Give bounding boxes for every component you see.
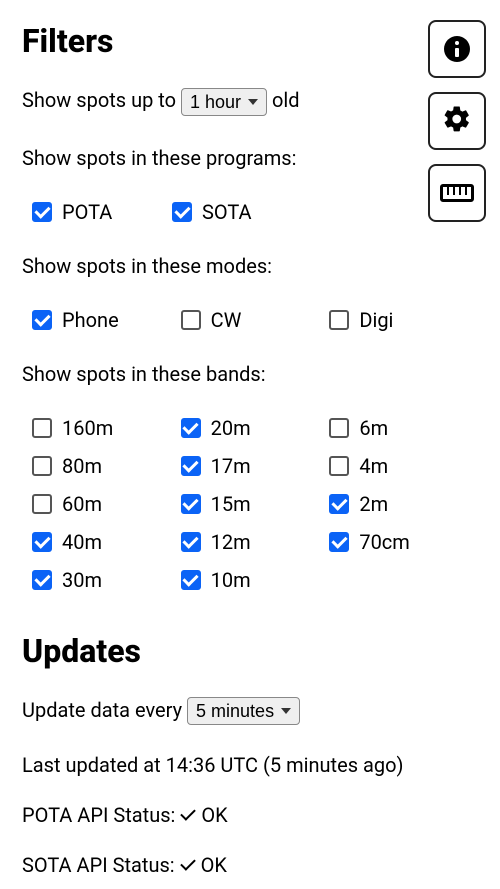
band-label: 15m: [211, 492, 251, 516]
band-160m[interactable]: 160m: [32, 416, 181, 440]
bands-label: Show spots in these bands:: [22, 360, 478, 388]
checkbox-icon: [172, 202, 192, 222]
programs-row: POTA SOTA: [22, 200, 478, 224]
band-40m[interactable]: 40m: [32, 530, 181, 554]
mode-label: Phone: [62, 308, 119, 332]
ruler-button[interactable]: [428, 164, 486, 222]
modes-row: Phone CW Digi: [22, 308, 478, 332]
band-60m[interactable]: 60m: [32, 492, 181, 516]
interval-row: Update data every 5 minutes: [22, 696, 478, 726]
band-label: 80m: [62, 454, 102, 478]
checkbox-icon: [32, 202, 52, 222]
interval-prefix: Update data every: [22, 698, 187, 722]
bands-grid: 160m 20m 6m 80m 17m 4m 60m 15m 2m 40m 12m 70cm 30m 10…: [22, 416, 478, 592]
band-label: 60m: [62, 492, 102, 516]
checkbox-icon: [181, 418, 201, 438]
checkbox-icon: [32, 456, 52, 476]
right-toolbar: [428, 20, 486, 222]
checkbox-icon: [181, 310, 201, 330]
band-label: 12m: [211, 530, 251, 554]
interval-select[interactable]: 5 minutes: [187, 697, 300, 725]
band-label: 40m: [62, 530, 102, 554]
age-suffix: old: [272, 88, 300, 112]
program-label: SOTA: [202, 200, 252, 224]
checkbox-icon: [329, 532, 349, 552]
checkbox-icon: [329, 456, 349, 476]
ruler-icon: [440, 184, 474, 202]
checkbox-icon: [329, 310, 349, 330]
checkbox-icon: [32, 418, 52, 438]
band-label: 6m: [359, 416, 388, 440]
age-filter-row: Show spots up to 1 hour old: [22, 86, 478, 116]
checkbox-icon: [181, 494, 201, 514]
mode-digi[interactable]: Digi: [329, 308, 478, 332]
age-prefix: Show spots up to: [22, 88, 181, 112]
checkbox-icon: [329, 494, 349, 514]
band-10m[interactable]: 10m: [181, 568, 330, 592]
gear-icon: [442, 104, 472, 139]
checkbox-icon: [181, 570, 201, 590]
band-label: 2m: [359, 492, 388, 516]
band-label: 30m: [62, 568, 102, 592]
checkbox-icon: [32, 494, 52, 514]
band-12m[interactable]: 12m: [181, 530, 330, 554]
age-select[interactable]: 1 hour: [181, 88, 267, 116]
mode-label: CW: [211, 308, 242, 332]
band-label: 17m: [211, 454, 251, 478]
modes-label: Show spots in these modes:: [22, 252, 478, 280]
band-70cm[interactable]: 70cm: [329, 530, 478, 554]
program-label: POTA: [62, 200, 112, 224]
info-icon: [444, 36, 470, 62]
band-label: 20m: [211, 416, 251, 440]
band-label: 70cm: [359, 530, 410, 554]
checkbox-icon: [32, 570, 52, 590]
filters-heading: Filters: [22, 22, 478, 60]
pota-status: POTA API Status: OK: [22, 803, 478, 827]
settings-button[interactable]: [428, 92, 486, 150]
sota-status: SOTA API Status: OK: [22, 853, 478, 877]
info-button[interactable]: [428, 20, 486, 78]
band-label: 10m: [211, 568, 251, 592]
checkbox-icon: [32, 532, 52, 552]
checkbox-icon: [32, 310, 52, 330]
band-label: 4m: [359, 454, 388, 478]
band-6m[interactable]: 6m: [329, 416, 478, 440]
band-80m[interactable]: 80m: [32, 454, 181, 478]
band-15m[interactable]: 15m: [181, 492, 330, 516]
band-20m[interactable]: 20m: [181, 416, 330, 440]
band-label: 160m: [62, 416, 113, 440]
programs-label: Show spots in these programs:: [22, 144, 478, 172]
band-4m[interactable]: 4m: [329, 454, 478, 478]
mode-phone[interactable]: Phone: [32, 308, 181, 332]
program-pota[interactable]: POTA: [32, 200, 172, 224]
last-updated: Last updated at 14:36 UTC (5 minutes ago…: [22, 753, 478, 777]
band-17m[interactable]: 17m: [181, 454, 330, 478]
checkbox-icon: [181, 532, 201, 552]
mode-label: Digi: [359, 308, 393, 332]
mode-cw[interactable]: CW: [181, 308, 330, 332]
checkbox-icon: [329, 418, 349, 438]
band-2m[interactable]: 2m: [329, 492, 478, 516]
check-icon: [180, 856, 196, 872]
updates-heading: Updates: [22, 632, 478, 670]
check-icon: [181, 806, 197, 822]
checkbox-icon: [181, 456, 201, 476]
band-30m[interactable]: 30m: [32, 568, 181, 592]
